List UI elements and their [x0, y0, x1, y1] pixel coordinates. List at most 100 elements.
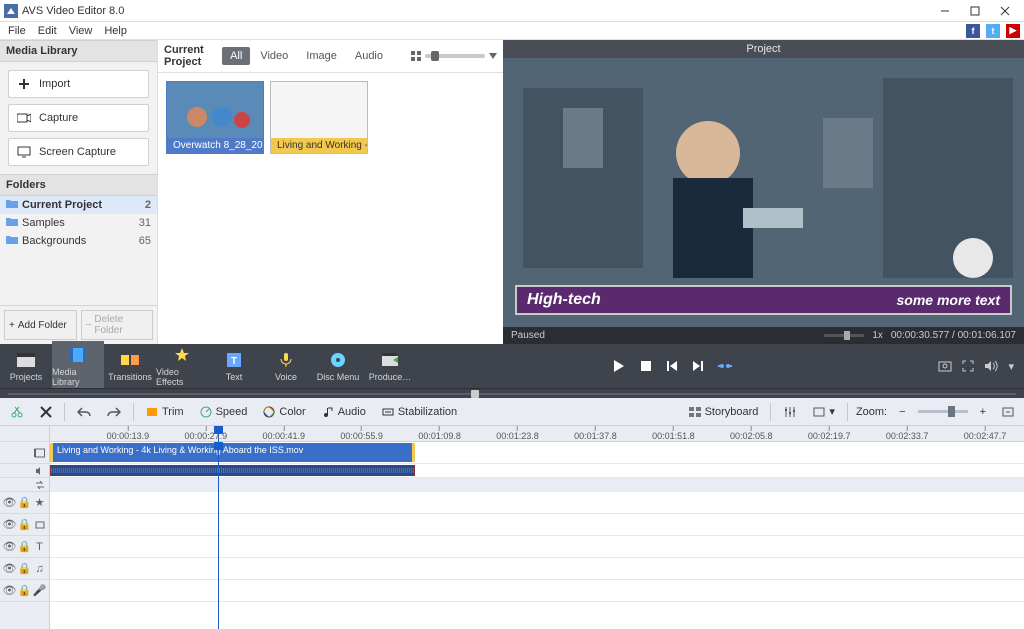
tab-transitions[interactable]: Transitions [104, 341, 156, 391]
camera-icon [17, 111, 31, 125]
transition-track[interactable] [50, 478, 1024, 492]
voice-track[interactable] [50, 580, 1024, 602]
menu-edit[interactable]: Edit [34, 25, 61, 37]
storyboard-button[interactable]: Storyboard [685, 404, 763, 420]
text-track[interactable] [50, 536, 1024, 558]
speed-button[interactable]: Speed [196, 404, 252, 420]
split-clip-button[interactable] [6, 403, 28, 421]
undo-button[interactable] [73, 404, 95, 420]
media-library-header: Media Library [0, 40, 157, 62]
left-pane: Media Library Import Capture Screen Capt… [0, 40, 158, 344]
folder-current-project[interactable]: Current Project 2 [0, 196, 157, 214]
zoom-in-button[interactable]: + [976, 404, 990, 420]
import-button[interactable]: Import [8, 70, 149, 98]
screen-capture-button[interactable]: Screen Capture [8, 138, 149, 166]
overlay-track[interactable] [50, 514, 1024, 536]
grid-view-icon[interactable] [411, 51, 421, 61]
volume-button[interactable] [984, 360, 998, 372]
caption-right: some more text [897, 292, 1000, 308]
aspect-button[interactable]: ▾ [809, 403, 839, 420]
effects-track-header[interactable]: 👁🔒★ [0, 492, 49, 514]
audio-track[interactable] [50, 558, 1024, 580]
voice-track-header[interactable]: 👁🔒🎤 [0, 580, 49, 602]
preview-video[interactable]: High-tech some more text [503, 58, 1024, 327]
tab-video[interactable]: Video [252, 47, 296, 65]
tab-projects[interactable]: Projects [0, 341, 52, 391]
music-icon: ♫ [34, 563, 45, 574]
thumbnail-size-slider[interactable] [425, 54, 485, 58]
tab-audio[interactable]: Audio [347, 47, 391, 65]
menubar: File Edit View Help f t ▶ [0, 22, 1024, 40]
snapshot-button[interactable] [938, 360, 952, 372]
fullscreen-button[interactable] [962, 360, 974, 372]
tab-text[interactable]: TText [208, 341, 260, 391]
redo-button[interactable] [103, 404, 125, 420]
close-button[interactable] [990, 2, 1020, 20]
playhead[interactable] [218, 426, 219, 442]
clip-overwatch[interactable]: Overwatch 8_28_20… [166, 81, 264, 154]
fit-zoom-button[interactable] [998, 405, 1018, 419]
tab-video-effects[interactable]: Video Effects [156, 341, 208, 391]
volume-mix-button[interactable] [779, 404, 801, 420]
video-track[interactable]: Living and Working - 4k Living & Working… [50, 442, 1024, 464]
zoom-label: Zoom: [856, 406, 887, 418]
dropdown-icon[interactable] [489, 53, 497, 59]
audio-clip[interactable] [50, 465, 415, 476]
tab-voice[interactable]: Voice [260, 341, 312, 391]
play-button[interactable] [612, 359, 626, 373]
tab-disc-menu[interactable]: Disc Menu [312, 341, 364, 391]
stop-button[interactable] [640, 360, 652, 372]
text-icon: T [34, 541, 45, 552]
transition-track-header[interactable] [0, 478, 49, 492]
effects-track[interactable] [50, 492, 1024, 514]
dropdown-icon[interactable]: ▾ [1008, 360, 1014, 373]
audio-track-header[interactable]: 👁🔒♫ [0, 558, 49, 580]
folder-backgrounds[interactable]: Backgrounds 65 [0, 232, 157, 250]
film-icon [67, 345, 89, 365]
tab-media-library[interactable]: Media Library [52, 341, 104, 391]
screen-capture-label: Screen Capture [39, 146, 116, 158]
delete-clip-button[interactable] [36, 404, 56, 420]
current-project-label: Current Project [164, 44, 212, 68]
video-clip[interactable]: Living and Working - 4k Living & Working… [50, 443, 415, 462]
menu-file[interactable]: File [4, 25, 30, 37]
capture-button[interactable]: Capture [8, 104, 149, 132]
color-button[interactable]: Color [259, 404, 309, 420]
tracks-area[interactable]: Living and Working - 4k Living & Working… [50, 442, 1024, 629]
video-audio-track[interactable] [50, 464, 1024, 478]
facebook-icon[interactable]: f [966, 24, 980, 38]
youtube-icon[interactable]: ▶ [1006, 24, 1020, 38]
text-track-header[interactable]: 👁🔒T [0, 536, 49, 558]
tab-image[interactable]: Image [298, 47, 345, 65]
next-frame-button[interactable] [692, 360, 704, 372]
twitter-icon[interactable]: t [986, 24, 1000, 38]
split-button[interactable] [718, 360, 732, 372]
delete-folder-button[interactable]: −Delete Folder [81, 310, 154, 340]
trim-button[interactable]: Trim [142, 404, 188, 420]
tab-all[interactable]: All [222, 47, 250, 65]
add-folder-button[interactable]: +Add Folder [4, 310, 77, 340]
folder-samples[interactable]: Samples 31 [0, 214, 157, 232]
zoom-out-button[interactable]: − [895, 404, 909, 420]
timeline-ruler[interactable]: 00:00:13.900:00:27.900:00:41.900:00:55.9… [50, 426, 1024, 442]
zoom-slider[interactable] [918, 410, 968, 413]
star-icon: ★ [34, 497, 45, 508]
minimize-button[interactable] [930, 2, 960, 20]
preview-seekbar[interactable] [0, 388, 1024, 398]
speed-slider[interactable] [824, 334, 864, 337]
monitor-icon [17, 145, 31, 159]
video-audio-track-header[interactable] [0, 464, 49, 478]
stabilization-button[interactable]: Stabilization [378, 404, 461, 420]
video-track-header[interactable] [0, 442, 49, 464]
audio-button[interactable]: Audio [318, 404, 370, 420]
menu-help[interactable]: Help [100, 25, 131, 37]
playhead[interactable] [218, 442, 219, 629]
clip-living-working[interactable]: Living and Working - … [270, 81, 368, 154]
maximize-button[interactable] [960, 2, 990, 20]
overlay-track-header[interactable]: 👁🔒 [0, 514, 49, 536]
tab-produce[interactable]: Produce… [364, 341, 416, 391]
prev-frame-button[interactable] [666, 360, 678, 372]
menu-view[interactable]: View [65, 25, 97, 37]
film-icon [34, 447, 45, 458]
clips-pane: Current Project All Video Image Audio Ov… [158, 40, 503, 344]
